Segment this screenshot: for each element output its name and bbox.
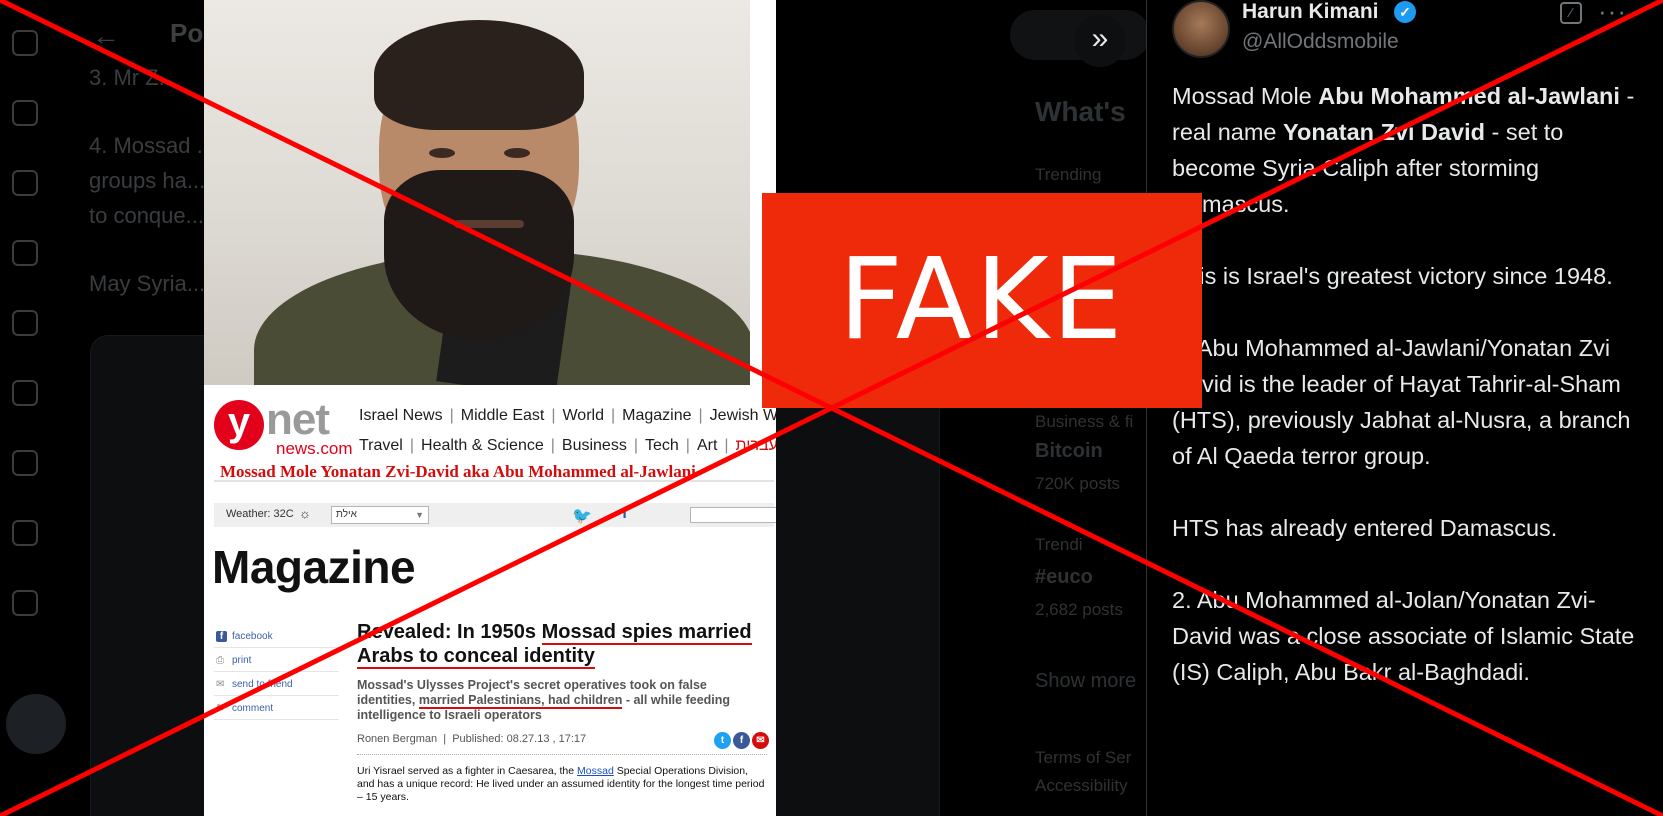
- weather-label: Weather: 32C: [226, 508, 294, 520]
- facebook-icon: f: [216, 631, 227, 642]
- home-icon[interactable]: [12, 100, 38, 126]
- trend-count: 720K posts: [1035, 474, 1121, 493]
- nav-link: עברית: [735, 437, 776, 454]
- nav-link: World: [562, 407, 604, 424]
- site-search-input: [690, 507, 776, 523]
- author-name[interactable]: Harun Kimani: [1242, 0, 1379, 24]
- section-title: Magazine: [212, 541, 416, 593]
- ynet-logo-text: net: [266, 395, 330, 444]
- trend-label: Trendi: [1035, 535, 1083, 554]
- ynet-nav-row: Israel News | Middle East | World | Magazine | J…: [359, 407, 776, 425]
- fake-label: FAKE: [838, 235, 1126, 365]
- left-navigation: [0, 0, 80, 816]
- sun-icon: ☼: [299, 506, 311, 521]
- weather-bar: Weather: 32C ☼ אילת ▼ 🐦 f: [214, 503, 776, 527]
- facebook-icon: f: [733, 732, 750, 749]
- comment-icon: ✎: [216, 703, 225, 714]
- nav-link: Art: [696, 437, 718, 454]
- terms-link[interactable]: Terms of Ser: [1035, 748, 1131, 768]
- fake-stamp: FAKE: [762, 193, 1202, 408]
- nav-link: Magazine: [622, 407, 692, 424]
- more-options-icon[interactable]: ···: [1598, 0, 1627, 27]
- notifications-icon[interactable]: [12, 240, 38, 266]
- composite-image: y net news.com Israel News | Middle East | W…: [204, 0, 776, 816]
- article-share-icons: t f ✉: [712, 730, 769, 749]
- share-item: ⎙ print: [214, 650, 339, 672]
- post-button[interactable]: [6, 694, 66, 754]
- profile-icon[interactable]: [12, 520, 38, 546]
- trend-label: Trending: [1035, 165, 1102, 184]
- twitter-icon: t: [714, 732, 731, 749]
- verified-badge-icon: ✓: [1394, 1, 1416, 23]
- tweet-paragraph: 1. Abu Mohammed al-Jawlani/Yonatan Zvi D…: [1172, 335, 1631, 469]
- tweet-paragraph: 2. Abu Mohammed al-Jolan/Yonatan Zvi-Dav…: [1172, 587, 1635, 685]
- communities-icon[interactable]: [12, 450, 38, 476]
- trend-category: Business & fi: [1035, 412, 1134, 431]
- share-item: ✎ comment: [214, 698, 339, 720]
- article-byline: Ronen Bergman | Published: 08.27.13 , 17…: [357, 733, 587, 745]
- whats-happening-title: What's: [1035, 96, 1126, 127]
- tweet-text: Mossad Mole Abu Mohammed al-Jawlani - re…: [1172, 78, 1647, 726]
- facebook-icon: f: [622, 505, 628, 522]
- show-more-link[interactable]: Show more: [1035, 670, 1136, 693]
- explore-icon[interactable]: [12, 170, 38, 196]
- nav-link: Israel News: [359, 407, 443, 424]
- nav-link: Jewish We: [709, 407, 776, 424]
- nav-link: Tech: [644, 437, 679, 454]
- email-icon: ✉: [752, 732, 769, 749]
- page-title: Po: [170, 18, 204, 48]
- nav-link: Middle East: [460, 407, 545, 424]
- tweet-paragraph: Mossad Mole Abu Mohammed al-Jawlani - re…: [1172, 83, 1635, 217]
- tweet-paragraph: This is Israel's greatest victory since …: [1172, 263, 1613, 289]
- article-headline: Revealed: In 1950s Mossad spies married …: [357, 621, 752, 669]
- article-subheadline: Mossad's Ulysses Project's secret operat…: [357, 678, 731, 722]
- accessibility-link[interactable]: Accessibility: [1035, 776, 1128, 796]
- grok-icon[interactable]: ⁄: [1560, 2, 1582, 24]
- ynet-logo: y: [214, 400, 264, 450]
- nav-link: Business: [561, 437, 627, 454]
- x-logo-icon[interactable]: [12, 30, 38, 56]
- send-icon: ✉: [216, 679, 225, 690]
- trend-topic[interactable]: Bitcoin: [1035, 440, 1103, 463]
- messages-icon[interactable]: [12, 310, 38, 336]
- city-select: אילת ▼: [331, 506, 429, 524]
- share-list: f facebook ⎙ print ✉ send to friend ✎ commen…: [214, 626, 339, 722]
- avatar[interactable]: [1172, 0, 1230, 58]
- trend-topic[interactable]: #euco: [1035, 566, 1093, 589]
- nav-link: Health & Science: [421, 437, 544, 454]
- share-item: f facebook: [214, 626, 339, 648]
- author-handle[interactable]: @AllOddsmobile: [1242, 30, 1399, 54]
- overlay-caption: Mossad Mole Yonatan Zvi-David aka Abu Mo…: [220, 462, 696, 481]
- ynet-nav-row: Travel | Health & Science | Business | Tech | Ar…: [359, 437, 776, 454]
- article-body: Uri Yisrael served as a fighter in Caesa…: [357, 765, 765, 803]
- print-icon: ⎙: [216, 655, 224, 666]
- trend-count: 2,682 posts: [1035, 600, 1123, 619]
- nav-link: Travel: [359, 437, 403, 454]
- portrait-photo: [204, 0, 750, 385]
- tweet-paragraph: HTS has already entered Damascus.: [1172, 515, 1558, 541]
- twitter-icon: 🐦: [572, 508, 592, 525]
- share-item: ✉ send to friend: [214, 674, 339, 696]
- back-arrow-icon[interactable]: ←: [92, 20, 120, 52]
- expand-panel-button[interactable]: »: [1074, 15, 1126, 67]
- lists-icon[interactable]: [12, 380, 38, 406]
- ynet-logo-subtext: news.com: [276, 439, 353, 458]
- more-icon[interactable]: [12, 590, 38, 616]
